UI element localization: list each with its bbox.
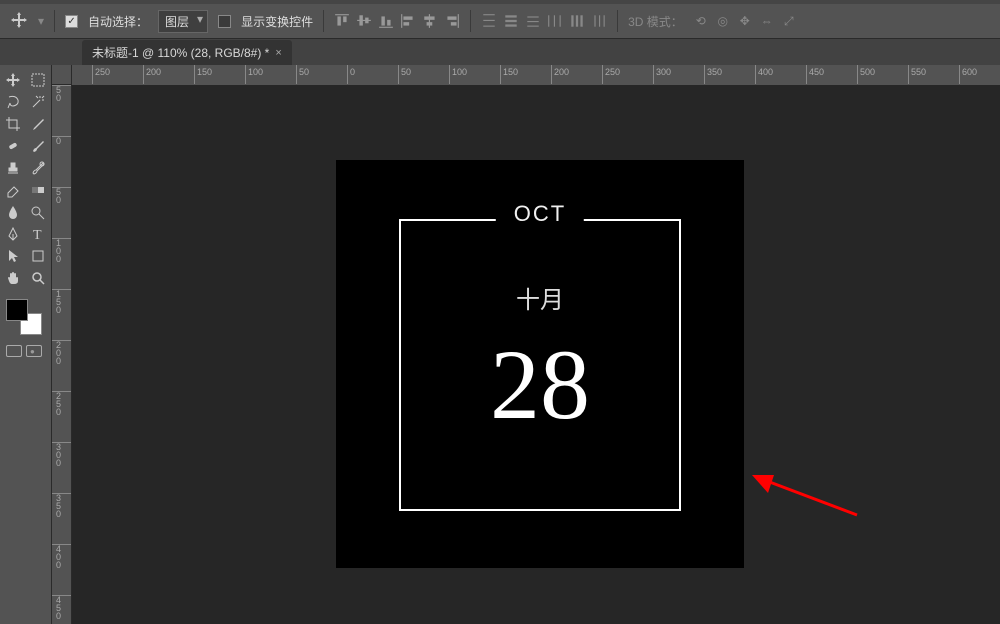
distribute-left-icon[interactable] [547,13,563,29]
3d-icons-group: ⟲ ◎ ✥ ⇔ ⤢ [693,13,797,29]
auto-select-checkbox[interactable]: ✓ [65,15,78,28]
eraser-tool-icon[interactable] [0,179,26,201]
align-vcenter-icon[interactable] [356,13,372,29]
svg-text:T: T [33,228,42,242]
distribute-icons-group [481,13,607,29]
dodge-tool-icon[interactable] [26,201,52,223]
zoom-tool-icon[interactable] [26,267,52,289]
ruler-tick: 300 [653,65,671,84]
quickmask-standard-icon[interactable] [6,345,22,357]
ruler-tick: 50 [52,187,71,204]
ruler-tick: 150 [194,65,212,84]
ruler-tick: 550 [908,65,926,84]
ruler-tick: 200 [551,65,569,84]
ruler-tick: 250 [92,65,110,84]
ruler-tick: 50 [398,65,411,84]
3d-scale-icon[interactable]: ⤢ [781,13,797,29]
canvas-area[interactable]: OCT 十月 28 [72,85,1000,624]
ruler-tick: 200 [52,340,71,365]
ruler-tick: 0 [347,65,355,84]
align-icons-group-1 [334,13,460,29]
3d-slide-icon[interactable]: ⇔ [759,13,775,29]
ruler-tick: 100 [52,238,71,263]
stamp-tool-icon[interactable] [0,157,26,179]
ruler-tick: 50 [52,85,71,102]
ruler-tick: 250 [52,391,71,416]
show-transform-checkbox[interactable] [218,15,231,28]
align-hcenter-icon[interactable] [422,13,438,29]
distribute-top-icon[interactable] [481,13,497,29]
pen-tool-icon[interactable] [0,223,26,245]
move-tool-icon[interactable] [0,69,26,91]
history-brush-icon[interactable] [26,157,52,179]
ruler-tick: 100 [449,65,467,84]
ruler-tick: 150 [500,65,518,84]
ruler-tick: 600 [959,65,977,84]
ruler-origin[interactable] [52,65,72,85]
auto-select-label: 自动选择： [88,13,148,30]
day-number: 28 [336,335,744,435]
ruler-tick: 250 [602,65,620,84]
ruler-tick: 450 [806,65,824,84]
tab-title: 未标题-1 @ 110% (28, RGB/8#) * [92,44,269,61]
align-bottom-icon[interactable] [378,13,394,29]
distribute-right-icon[interactable] [591,13,607,29]
month-cn-label: 十月 [336,280,744,315]
layer-select[interactable]: 图层 [158,10,208,33]
ruler-tick: 0 [52,136,71,145]
gradient-tool-icon[interactable] [26,179,52,201]
quickmask-mask-icon[interactable] [26,345,42,357]
ruler-tick: 100 [245,65,263,84]
path-select-icon[interactable] [0,245,26,267]
distribute-vcenter-icon[interactable] [503,13,519,29]
align-left-icon[interactable] [400,13,416,29]
document-tabs: 未标题-1 @ 110% (28, RGB/8#) * × [0,39,1000,65]
show-transform-label: 显示变换控件 [241,13,313,30]
align-top-icon[interactable] [334,13,350,29]
3d-mode-label: 3D 模式： [628,13,683,30]
align-right-icon[interactable] [444,13,460,29]
3d-orbit-icon[interactable]: ⟲ [693,13,709,29]
distribute-bottom-icon[interactable] [525,13,541,29]
annotation-arrow [752,473,862,526]
shape-tool-icon[interactable] [26,245,52,267]
canvas[interactable]: OCT 十月 28 [336,160,744,568]
ruler-tick: 300 [52,442,71,467]
foreground-color[interactable] [6,299,28,321]
3d-roll-icon[interactable]: ◎ [715,13,731,29]
ruler-tick: 350 [704,65,722,84]
vertical-ruler[interactable]: 50 0 50 100 150 200 250 300 350 400 450 [52,85,72,624]
close-icon[interactable]: × [275,47,281,59]
ruler-tick: 500 [857,65,875,84]
type-tool-icon[interactable]: T [26,223,52,245]
marquee-tool-icon[interactable] [26,69,52,91]
move-tool-icon[interactable] [10,11,28,32]
toolbox: T [0,65,52,624]
ruler-tick: 400 [755,65,773,84]
eyedropper-tool-icon[interactable] [26,113,52,135]
3d-pan-icon[interactable]: ✥ [737,13,753,29]
lasso-tool-icon[interactable] [0,91,26,113]
month-en-label: OCT [496,201,584,227]
brush-tool-icon[interactable] [26,135,52,157]
ruler-tick: 150 [52,289,71,314]
ruler-tick: 350 [52,493,71,518]
crop-tool-icon[interactable] [0,113,26,135]
blur-tool-icon[interactable] [0,201,26,223]
wand-tool-icon[interactable] [26,91,52,113]
color-swatches[interactable] [6,299,42,335]
ruler-tick: 50 [296,65,309,84]
distribute-hcenter-icon[interactable] [569,13,585,29]
healing-tool-icon[interactable] [0,135,26,157]
ruler-tick: 200 [143,65,161,84]
ruler-tick: 450 [52,595,71,620]
document-tab[interactable]: 未标题-1 @ 110% (28, RGB/8#) * × [82,40,292,65]
hand-tool-icon[interactable] [0,267,26,289]
options-bar: ▾ ✓ 自动选择： 图层 显示变换控件 3D 模式： ⟲ ◎ ✥ ⇔ ⤢ [0,4,1000,39]
ruler-tick: 400 [52,544,71,569]
